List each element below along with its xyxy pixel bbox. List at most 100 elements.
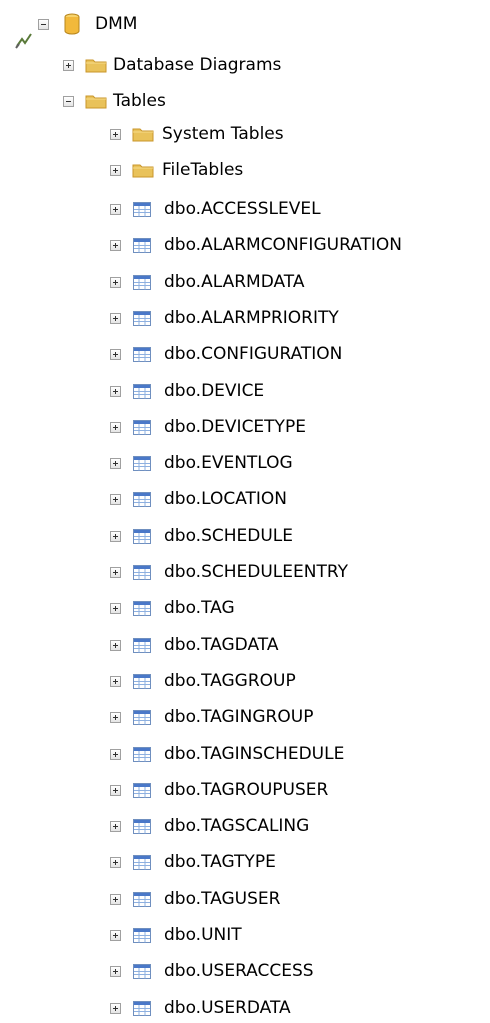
tree-node-filetables[interactable]: FileTables	[110, 155, 243, 185]
expand-toggle-icon[interactable]	[110, 530, 121, 542]
expand-toggle-icon[interactable]	[110, 566, 121, 578]
tree-node-label: dbo.ALARMDATA	[164, 272, 305, 292]
tree-node-label: dbo.USERDATA	[164, 998, 291, 1018]
tree-node-table[interactable]: dbo.USERACCESS	[110, 956, 314, 986]
tree-node-label: dbo.TAGINSCHEDULE	[164, 744, 345, 764]
tree-node-label: dbo.DEVICE	[164, 381, 265, 401]
tree-node-label: dbo.TAGROUPUSER	[164, 780, 329, 800]
table-icon	[133, 346, 151, 362]
tree-node-table[interactable]: dbo.TAG	[110, 593, 235, 623]
table-icon	[133, 310, 151, 326]
tree-node-label: dbo.TAGDATA	[164, 635, 279, 655]
collapse-toggle-icon[interactable]	[38, 18, 49, 30]
expand-toggle-icon[interactable]	[110, 602, 121, 614]
tree-node-label: Tables	[113, 91, 166, 111]
tree-node-label: dbo.LOCATION	[164, 489, 288, 509]
tree-node-table[interactable]: dbo.DEVICE	[110, 376, 264, 406]
tree-node-table[interactable]: dbo.TAGTYPE	[110, 847, 276, 877]
expand-toggle-icon[interactable]	[110, 748, 121, 760]
folder-icon	[85, 59, 107, 73]
folder-icon	[85, 95, 107, 109]
tree-node-label: dbo.CONFIGURATION	[164, 344, 343, 364]
tree-node-table[interactable]: dbo.TAGROUPUSER	[110, 775, 328, 805]
expand-toggle-icon[interactable]	[110, 128, 121, 140]
tree-node-table[interactable]: dbo.EVENTLOG	[110, 448, 293, 478]
table-icon	[133, 455, 151, 471]
tree-node-table[interactable]: dbo.TAGINGROUP	[110, 702, 313, 732]
table-icon	[133, 782, 151, 798]
tree-node-label: dbo.TAGSCALING	[164, 816, 310, 836]
table-icon	[133, 491, 151, 507]
expand-toggle-icon[interactable]	[110, 276, 121, 288]
tree-node-table[interactable]: dbo.TAGUSER	[110, 884, 280, 914]
expand-toggle-icon[interactable]	[110, 929, 121, 941]
expand-toggle-icon[interactable]	[110, 385, 121, 397]
table-icon	[133, 709, 151, 725]
tree-node-label: DMM	[95, 14, 138, 34]
expand-toggle-icon[interactable]	[110, 893, 121, 905]
tree-node-table[interactable]: dbo.TAGSCALING	[110, 811, 309, 841]
tree-node-label: dbo.EVENTLOG	[164, 453, 293, 473]
expand-toggle-icon[interactable]	[110, 639, 121, 651]
tree-node-table[interactable]: dbo.SCHEDULE	[110, 521, 293, 551]
tree-node-table[interactable]: dbo.LOCATION	[110, 484, 287, 514]
tree-node-label: dbo.TAGTYPE	[164, 852, 276, 872]
expand-toggle-icon[interactable]	[110, 203, 121, 215]
tree-node-tables[interactable]: Tables	[63, 86, 166, 116]
table-icon	[133, 637, 151, 653]
table-icon	[133, 383, 151, 399]
expand-toggle-icon[interactable]	[110, 856, 121, 868]
tree-node-table[interactable]: dbo.CONFIGURATION	[110, 339, 342, 369]
expand-toggle-icon[interactable]	[110, 784, 121, 796]
tree-node-table[interactable]: dbo.TAGINSCHEDULE	[110, 739, 344, 769]
tree-node-label: dbo.USERACCESS	[164, 961, 314, 981]
table-icon	[133, 1000, 151, 1016]
tree-node-table[interactable]: dbo.TAGGROUP	[110, 666, 296, 696]
expand-toggle-icon[interactable]	[110, 965, 121, 977]
expand-toggle-icon[interactable]	[110, 348, 121, 360]
table-icon	[133, 818, 151, 834]
table-icon	[133, 746, 151, 762]
tree-node-table[interactable]: dbo.ALARMPRIORITY	[110, 303, 339, 333]
collapse-toggle-icon[interactable]	[63, 95, 74, 107]
tree-node-table[interactable]: dbo.ALARMCONFIGURATION	[110, 230, 402, 260]
expand-toggle-icon[interactable]	[110, 312, 121, 324]
expand-toggle-icon[interactable]	[110, 493, 121, 505]
tree-node-table[interactable]: dbo.TAGDATA	[110, 630, 278, 660]
tree-node-table[interactable]: dbo.ACCESSLEVEL	[110, 194, 321, 224]
tree-node-label: dbo.ALARMCONFIGURATION	[164, 235, 402, 255]
expand-toggle-icon[interactable]	[110, 164, 121, 176]
tree-node-label: dbo.SCHEDULEENTRY	[164, 562, 348, 582]
expand-toggle-icon[interactable]	[63, 59, 74, 71]
tree-node-label: dbo.TAG	[164, 598, 235, 618]
tree-node-database-dmm[interactable]: DMM	[38, 9, 137, 39]
expand-toggle-icon[interactable]	[110, 711, 121, 723]
table-icon	[133, 201, 151, 217]
table-icon	[133, 891, 151, 907]
expand-toggle-icon[interactable]	[110, 675, 121, 687]
tree-node-table[interactable]: dbo.ALARMDATA	[110, 267, 304, 297]
table-icon	[133, 419, 151, 435]
folder-icon	[132, 164, 154, 178]
tree-node-table[interactable]: dbo.UNIT	[110, 920, 242, 950]
expand-toggle-icon[interactable]	[110, 421, 121, 433]
tree-node-label: dbo.ACCESSLEVEL	[164, 199, 321, 219]
tree-node-label: System Tables	[162, 124, 284, 144]
tree-node-table[interactable]: dbo.USERDATA	[110, 993, 291, 1023]
table-icon	[133, 927, 151, 943]
tree-node-database-diagrams[interactable]: Database Diagrams	[63, 50, 281, 80]
tree-node-label: FileTables	[162, 160, 244, 180]
tree-node-label: Database Diagrams	[113, 55, 282, 75]
tree-node-table[interactable]: dbo.DEVICETYPE	[110, 412, 306, 442]
tree-node-label: dbo.DEVICETYPE	[164, 417, 306, 437]
tree-node-label: dbo.ALARMPRIORITY	[164, 308, 339, 328]
expand-toggle-icon[interactable]	[110, 1002, 121, 1014]
tree-node-system-tables[interactable]: System Tables	[110, 119, 284, 149]
tree-node-table[interactable]: dbo.SCHEDULEENTRY	[110, 557, 348, 587]
expand-toggle-icon[interactable]	[110, 239, 121, 251]
expand-toggle-icon[interactable]	[110, 820, 121, 832]
tree-node-label: dbo.TAGGROUP	[164, 671, 296, 691]
table-icon	[133, 528, 151, 544]
table-icon	[133, 274, 151, 290]
expand-toggle-icon[interactable]	[110, 457, 121, 469]
